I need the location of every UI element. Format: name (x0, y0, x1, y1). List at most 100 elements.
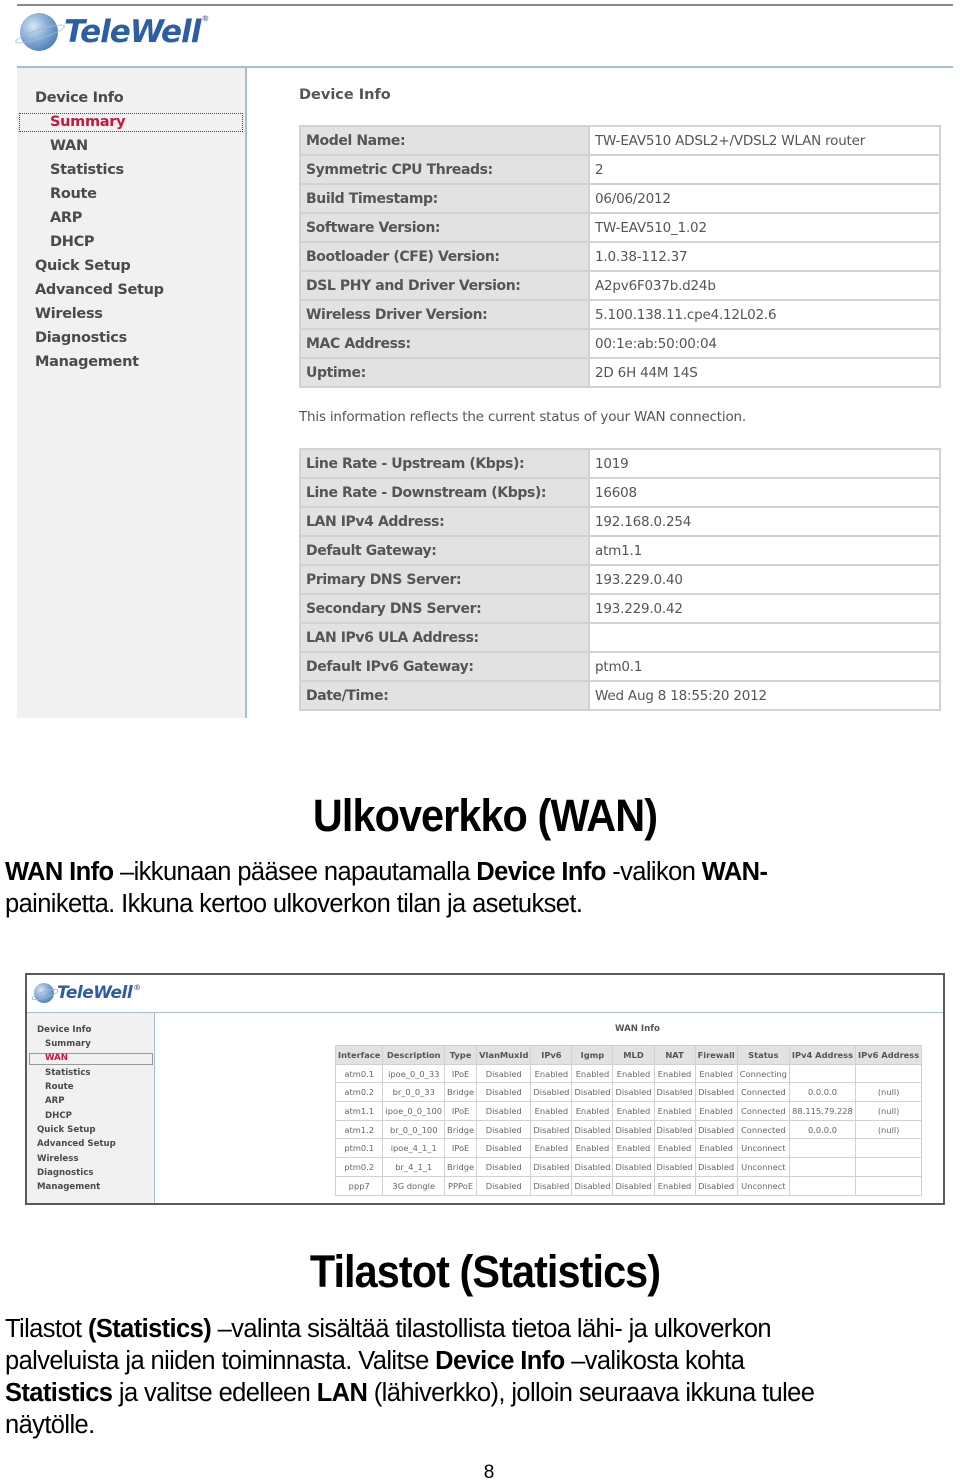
sidebar-item-wan[interactable]: WAN (45, 1053, 68, 1063)
table-cell: atm0.2 (334, 1082, 384, 1103)
table-cell: Enabled (530, 1101, 573, 1121)
table-cell: Disabled (653, 1157, 696, 1177)
table-cell: (null) (855, 1119, 923, 1140)
table-cell (788, 1138, 857, 1159)
row-value: A2pv6F037b.d24b (588, 270, 941, 301)
section-heading-wan: Ulkoverkko (WAN) (312, 790, 658, 841)
row-value: 1.0.38-112.37 (588, 241, 941, 272)
row-label: Line Rate - Upstream (Kbps): (299, 448, 590, 479)
sidebar-item-dhcp[interactable]: DHCP (45, 1111, 72, 1121)
table-cell: Bridge (444, 1119, 478, 1140)
column-header-interface: Interface (334, 1045, 384, 1065)
column-header-description: Description (382, 1045, 446, 1065)
device-info-row: Model Name: TW-EAV510 ADSL2+/VDSL2 WLAN r… (299, 125, 941, 156)
table-row: atm0.1 ipoe_0_0_33 IPoE Disabled Enabled Enab… (334, 1063, 923, 1084)
text-run: (lähiverkko), jolloin seuraava ikkuna tu… (367, 1379, 815, 1407)
column-header-mld: MLD (612, 1045, 655, 1065)
table-cell: Enabled (571, 1101, 614, 1121)
sidebar-item-arp[interactable]: ARP (50, 210, 82, 226)
sidebar-item-advanced-setup[interactable]: Advanced Setup (35, 282, 164, 298)
table-cell: Disabled (612, 1119, 655, 1140)
text-run: –ikkunaan pääsee napautamalla (113, 858, 477, 886)
device-info-screenshot: TeleWell® Device Info Summary WAN Statis… (0, 0, 960, 730)
table-cell: Enabled (653, 1175, 696, 1196)
sidebar-item-management[interactable]: Management (37, 1182, 100, 1192)
sidebar-item-device-info[interactable]: Device Info (35, 90, 124, 106)
table-cell (855, 1063, 923, 1084)
row-value: 193.229.0.40 (588, 564, 941, 595)
row-value: 1019 (588, 448, 941, 479)
row-value: 193.229.0.42 (588, 593, 941, 624)
bold-text-run: LAN (316, 1379, 368, 1407)
sidebar-item-diagnostics[interactable]: Diagnostics (35, 330, 127, 346)
sidebar-item-arp[interactable]: ARP (45, 1096, 65, 1106)
column-header-ipv6-address: IPv6 Address (855, 1045, 923, 1065)
table-cell: Disabled (571, 1157, 614, 1177)
telewell-logo[interactable]: TeleWell® (20, 10, 209, 54)
text-run: ja valitse edelleen (112, 1379, 317, 1407)
sidebar-item-summary[interactable]: Summary (45, 1039, 91, 1049)
row-value: 2D 6H 44M 14S (588, 357, 941, 388)
sidebar-item-route[interactable]: Route (45, 1082, 74, 1092)
sidebar-item-management[interactable]: Management (35, 354, 139, 370)
table-cell: 0.0.0.0 (788, 1082, 857, 1103)
device-info-row: Uptime: 2D 6H 44M 14S (299, 357, 941, 388)
table-cell: Connected (736, 1119, 790, 1140)
sidebar-nav: Device Info Summary WAN Statistics Route… (17, 68, 247, 718)
sidebar-item-quick-setup[interactable]: Quick Setup (37, 1125, 96, 1135)
row-label: Wireless Driver Version: (299, 299, 590, 330)
statistics-paragraph-line-3: Statistics ja valitse edelleen LAN (lähi… (5, 1377, 815, 1409)
table-cell: ipoe_0_0_33 (382, 1063, 446, 1084)
table-cell: ipoe_0_0_100 (382, 1101, 446, 1121)
page-title: Device Info (299, 87, 391, 103)
wan-status-table: Line Rate - Upstream (Kbps): 1019 Line Rat… (299, 448, 941, 711)
wan-status-row: Line Rate - Upstream (Kbps): 1019 (299, 448, 941, 479)
sidebar-item-wireless[interactable]: Wireless (37, 1154, 79, 1164)
sidebar-item-dhcp[interactable]: DHCP (50, 234, 95, 250)
table-cell: Disabled (653, 1082, 696, 1103)
table-cell: Disabled (612, 1082, 655, 1103)
table-cell: br_0_0_33 (382, 1082, 446, 1103)
table-cell: Bridge (444, 1157, 478, 1177)
column-header-igmp: Igmp (571, 1045, 614, 1065)
row-label: Model Name: (299, 125, 590, 156)
sidebar-item-statistics[interactable]: Statistics (45, 1068, 91, 1078)
statistics-paragraph-line-1: Tilastot (Statistics) –valinta sisältää … (5, 1313, 772, 1345)
sidebar-item-advanced-setup[interactable]: Advanced Setup (37, 1139, 116, 1149)
sidebar-nav: Device Info Summary WAN Statistics Route… (27, 1013, 155, 1203)
row-value: atm1.1 (588, 535, 941, 566)
table-cell: ppp7 (334, 1175, 384, 1196)
table-cell: IPoE (444, 1138, 478, 1159)
table-cell: 3G dongle (382, 1175, 446, 1196)
sidebar-item-statistics[interactable]: Statistics (50, 162, 124, 178)
sidebar-item-device-info[interactable]: Device Info (37, 1025, 91, 1035)
table-cell: Disabled (476, 1138, 532, 1159)
sidebar-item-summary[interactable]: Summary (50, 114, 126, 130)
table-cell: Enabled (612, 1138, 655, 1159)
telewell-logo[interactable]: TeleWell® (34, 978, 141, 1008)
device-info-row: DSL PHY and Driver Version: A2pv6F037b.d2… (299, 270, 941, 301)
column-header-vlanmuxid: VlanMuxId (476, 1045, 532, 1065)
table-cell: Disabled (571, 1175, 614, 1196)
table-cell: Disabled (612, 1175, 655, 1196)
text-run: palveluista ja niiden toiminnasta. Valit… (5, 1347, 436, 1375)
globe-icon (20, 13, 58, 51)
table-cell: Disabled (571, 1082, 614, 1103)
sidebar-item-diagnostics[interactable]: Diagnostics (37, 1168, 93, 1178)
sidebar-item-route[interactable]: Route (50, 186, 97, 202)
sidebar-item-quick-setup[interactable]: Quick Setup (35, 258, 131, 274)
sidebar-item-wan[interactable]: WAN (50, 138, 88, 154)
sidebar-item-wireless[interactable]: Wireless (35, 306, 103, 322)
column-header-type: Type (444, 1045, 478, 1065)
table-cell: Disabled (530, 1082, 573, 1103)
row-label: DSL PHY and Driver Version: (299, 270, 590, 301)
table-cell: Disabled (694, 1175, 738, 1196)
globe-icon (34, 983, 54, 1003)
device-info-row: Software Version: TW-EAV510_1.02 (299, 212, 941, 243)
row-label: Symmetric CPU Threads: (299, 154, 590, 185)
row-value: Wed Aug 8 18:55:20 2012 (588, 680, 941, 711)
table-row: atm0.2 br_0_0_33 Bridge Disabled Disabled Dis… (334, 1082, 923, 1103)
table-cell (788, 1175, 857, 1196)
row-label: MAC Address: (299, 328, 590, 359)
table-cell: Disabled (612, 1157, 655, 1177)
